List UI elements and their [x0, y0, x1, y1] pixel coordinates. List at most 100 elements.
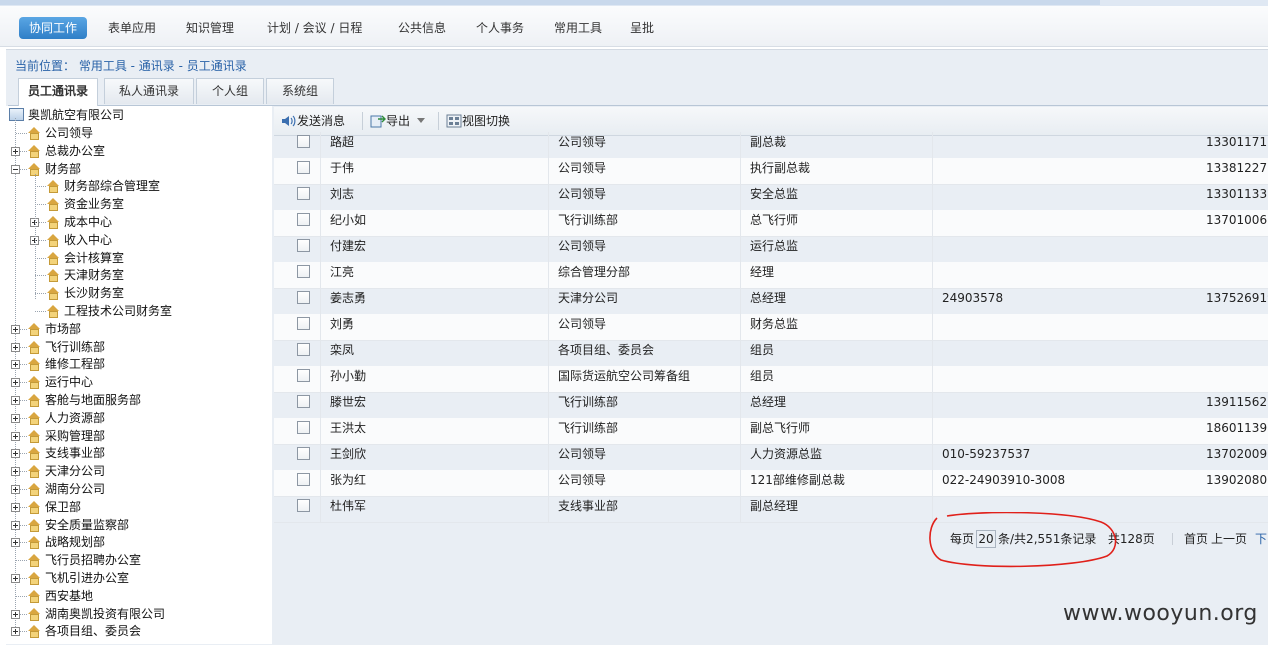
tree-node[interactable]: 会计核算室 [47, 250, 124, 267]
row-checkbox[interactable] [297, 499, 310, 512]
tab-system-groups[interactable]: 系统组 [266, 78, 334, 104]
tree-node-label: 采购管理部 [45, 428, 106, 443]
tab-personal-groups[interactable]: 个人组 [196, 78, 264, 104]
expand-toggle-icon[interactable] [11, 146, 20, 156]
expand-toggle-icon[interactable] [11, 324, 20, 334]
tree-node-label: 飞行员招聘办公室 [45, 553, 142, 568]
house-icon [28, 162, 41, 176]
tree-guide-line [15, 118, 16, 632]
table-row[interactable]: 张为红 公司领导 121部维修副总裁 022-24903910-3008 1390208… [274, 470, 1268, 497]
table-row[interactable]: 刘志 公司领导 安全总监 133011333 [274, 184, 1268, 211]
table-row[interactable]: 王剑欣 公司领导 人力资源总监 010-59237537 137020097 [274, 444, 1268, 471]
tree-node[interactable]: 天津财务室 [47, 267, 124, 284]
table-row[interactable]: 姜志勇 天津分公司 总经理 24903578 137526919 [274, 288, 1268, 315]
expand-toggle-icon[interactable] [11, 574, 20, 583]
tab-private-contacts[interactable]: 私人通讯录 [104, 78, 194, 104]
table-row[interactable]: 于伟 公司领导 执行副总裁 133812273 [274, 158, 1268, 185]
tree-node[interactable]: 各项目组、委员会 [28, 623, 141, 640]
expand-toggle-icon[interactable] [11, 538, 20, 548]
tree-node[interactable]: 安全质量监察部 [28, 517, 129, 534]
menu-item-collab[interactable]: 协同工作 [19, 17, 88, 39]
row-checkbox[interactable] [297, 161, 310, 174]
tree-node[interactable]: 公司领导 [28, 125, 93, 142]
row-checkbox[interactable] [297, 291, 310, 304]
tree-node[interactable]: 长沙财务室 [47, 285, 124, 302]
cell-title: 副总经理 [750, 499, 799, 513]
table-row[interactable]: 王洪太 飞行训练部 副总飞行师 186011396 [274, 418, 1268, 445]
expand-toggle-icon[interactable] [11, 627, 20, 637]
tree-node[interactable]: 维修工程部 [28, 356, 105, 373]
tree-node[interactable]: 市场部 [28, 321, 81, 338]
table-row[interactable]: 江亮 综合管理分部 经理 [274, 262, 1268, 289]
table-row[interactable]: 纪小如 飞行训练部 总飞行师 137010061 [274, 210, 1268, 237]
menu-item-tools[interactable]: 常用工具 [554, 18, 602, 38]
tree-node[interactable]: 财务部综合管理室 [47, 178, 160, 195]
tree-node[interactable]: 湖南分公司 [28, 481, 105, 498]
expand-toggle-icon[interactable] [11, 467, 20, 477]
table-row[interactable]: 付建宏 公司领导 运行总监 [274, 236, 1268, 263]
tree-node[interactable]: 人力资源部 [28, 410, 105, 427]
row-checkbox[interactable] [297, 395, 310, 408]
expand-toggle-icon[interactable] [11, 502, 20, 512]
expand-toggle-icon[interactable] [11, 396, 20, 405]
expand-toggle-icon[interactable] [11, 431, 20, 441]
tree-node[interactable]: 飞行员招聘办公室 [28, 552, 141, 569]
expand-toggle-icon[interactable] [11, 520, 20, 530]
tree-node[interactable]: 湖南奥凯投资有限公司 [28, 606, 165, 623]
tree-node[interactable]: 飞行训练部 [28, 339, 105, 356]
tree-node[interactable]: 资金业务室 [47, 196, 124, 213]
tree-node[interactable]: 工程技术公司财务室 [47, 303, 172, 320]
row-checkbox[interactable] [297, 135, 310, 148]
table-row[interactable]: 刘勇 公司领导 财务总监 [274, 314, 1268, 341]
expand-toggle-icon[interactable] [11, 378, 20, 388]
row-checkbox[interactable] [297, 213, 310, 226]
tree-root[interactable]: 奥凯航空有限公司 [9, 107, 124, 124]
expand-toggle-icon[interactable] [11, 342, 20, 352]
tree-node[interactable]: 运行中心 [28, 374, 93, 391]
tab-employee-contacts[interactable]: 员工通讯录 [18, 78, 98, 106]
row-checkbox[interactable] [297, 343, 310, 356]
expand-toggle-icon[interactable] [11, 485, 20, 494]
row-checkbox[interactable] [297, 447, 310, 460]
tree-node[interactable]: 天津分公司 [28, 463, 105, 480]
row-checkbox[interactable] [297, 187, 310, 200]
next-page-link[interactable]: 下 [1255, 530, 1267, 548]
tree-node[interactable]: 战略规划部 [28, 534, 105, 551]
menu-item-approval[interactable]: 呈批 [630, 18, 654, 38]
expand-toggle-icon[interactable] [11, 413, 20, 423]
menu-item-plan-meeting[interactable]: 计划 / 会议 / 日程 [267, 18, 362, 38]
tree-node[interactable]: 总裁办公室 [28, 143, 105, 160]
expand-toggle-icon[interactable] [11, 609, 20, 619]
tree-node[interactable]: 收入中心 [47, 232, 112, 249]
menu-item-public-info[interactable]: 公共信息 [398, 18, 446, 38]
tree-node[interactable]: 飞机引进办公室 [28, 570, 129, 587]
row-checkbox[interactable] [297, 421, 310, 434]
expand-toggle-icon[interactable] [11, 449, 20, 459]
tree-node[interactable]: 成本中心 [47, 214, 112, 231]
row-checkbox[interactable] [297, 473, 310, 486]
row-checkbox[interactable] [297, 317, 310, 330]
menu-item-knowledge[interactable]: 知识管理 [186, 18, 234, 38]
prev-page-link[interactable]: 上一页 [1211, 530, 1247, 548]
first-page-link[interactable]: 首页 [1184, 530, 1208, 548]
table-row[interactable]: 路超 公司领导 副总裁 133011711 [274, 132, 1268, 159]
expand-toggle-icon[interactable] [11, 360, 20, 370]
switch-view-button[interactable]: 视图切换 [446, 113, 510, 129]
menu-item-personal[interactable]: 个人事务 [476, 18, 524, 38]
send-message-button[interactable]: 发送消息 [281, 113, 345, 129]
row-checkbox[interactable] [297, 239, 310, 252]
tree-node[interactable]: 西安基地 [28, 588, 93, 605]
tree-node[interactable]: 保卫部 [28, 499, 81, 516]
tree-node[interactable]: 采购管理部 [28, 428, 105, 445]
menu-item-forms[interactable]: 表单应用 [108, 18, 156, 38]
row-checkbox[interactable] [297, 265, 310, 278]
table-row[interactable]: 栾凤 各项目组、委员会 组员 [274, 340, 1268, 367]
tree-node[interactable]: 支线事业部 [28, 445, 105, 462]
row-checkbox[interactable] [297, 369, 310, 382]
table-row[interactable]: 滕世宏 飞行训练部 总经理 139115622 [274, 392, 1268, 419]
tree-node[interactable]: 客舱与地面服务部 [28, 392, 141, 409]
collapse-toggle-icon[interactable] [11, 164, 20, 174]
table-row[interactable]: 孙小勤 国际货运航空公司筹备组 组员 [274, 366, 1268, 393]
column-divider [740, 340, 741, 366]
export-button[interactable]: 导出 [370, 113, 425, 129]
